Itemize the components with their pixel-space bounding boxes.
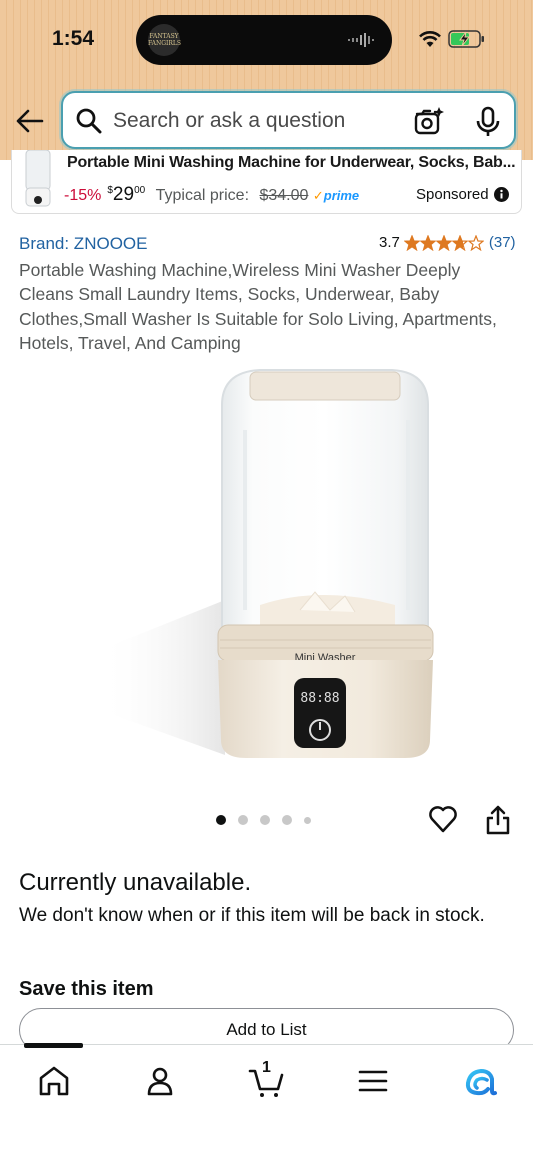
cart-count: 1 (262, 1059, 271, 1076)
heart-icon[interactable] (428, 804, 458, 834)
sponsored-product-thumbnail (25, 150, 51, 207)
brand-link[interactable]: Brand: ZNOOOE (19, 234, 147, 254)
info-icon[interactable] (494, 187, 509, 202)
discount-percent: -15% (64, 187, 102, 204)
home-icon[interactable] (36, 1063, 72, 1099)
star-icon (403, 234, 420, 251)
search-input[interactable]: Search or ask a question (113, 109, 345, 133)
price-fraction: 00 (134, 185, 146, 196)
prime-check-icon: ✓ (312, 188, 324, 203)
star-icon (419, 234, 436, 251)
menu-icon[interactable] (355, 1063, 391, 1099)
search-bar[interactable]: Search or ask a question (61, 91, 516, 149)
product-title: Portable Washing Machine,Wireless Mini W… (19, 260, 497, 353)
star-icon (435, 234, 452, 251)
wifi-icon (419, 31, 441, 47)
carousel-dot[interactable] (260, 815, 270, 825)
carousel-dot[interactable] (216, 815, 226, 825)
island-logo: FANTASY FANGIRLS (148, 24, 181, 56)
typical-price: $34.00 (259, 187, 309, 204)
typical-price-label: Typical price: (155, 187, 250, 204)
carousel-dot[interactable] (304, 816, 311, 824)
carousel-dot[interactable] (238, 815, 248, 825)
sponsored-product-banner[interactable]: Portable Mini Washing Machine for Underw… (11, 150, 522, 214)
rating-value: 3.7 (379, 234, 400, 251)
account-icon[interactable] (142, 1063, 178, 1099)
search-icon (76, 108, 102, 134)
audio-wave-icon (348, 33, 374, 47)
prime-badge: prime (323, 188, 360, 203)
rufus-icon[interactable] (462, 1063, 498, 1099)
battery-icon (448, 30, 484, 48)
sponsored-label[interactable]: Sponsored (416, 186, 489, 203)
carousel-dot[interactable] (282, 815, 292, 825)
dynamic-island: FANTASY FANGIRLS (136, 15, 392, 65)
availability-description: We don't know when or if this item will … (19, 905, 485, 926)
review-count[interactable]: (37) (489, 234, 516, 251)
price-whole: 29 (112, 184, 135, 205)
product-image[interactable]: Mini Washer 88:88 (100, 360, 440, 780)
save-item-heading: Save this item (19, 978, 154, 1000)
star-icon (467, 234, 484, 251)
sponsored-price-row: -15% $2900 Typical price: $34.00 ✓prime (64, 184, 359, 206)
bottom-navigation: 1 (0, 1043, 533, 1156)
active-tab-indicator (24, 1043, 83, 1048)
back-arrow-icon[interactable] (14, 106, 46, 136)
image-carousel-dots[interactable] (216, 815, 323, 825)
availability-status: Currently unavailable. (19, 869, 252, 896)
rating-summary[interactable]: 3.7 (37) (379, 234, 516, 251)
star-rating (403, 234, 484, 251)
star-icon (451, 234, 468, 251)
product-display-digits: 88:88 (300, 691, 339, 706)
status-time: 1:54 (52, 27, 95, 50)
microphone-icon[interactable] (473, 106, 503, 138)
sponsored-product-title[interactable]: Portable Mini Washing Machine for Underw… (67, 154, 516, 172)
share-icon[interactable] (484, 804, 512, 836)
camera-lens-icon[interactable] (413, 106, 445, 136)
header: 1:54 FANTASY FANGIRLS Search or ask a qu… (0, 0, 533, 160)
